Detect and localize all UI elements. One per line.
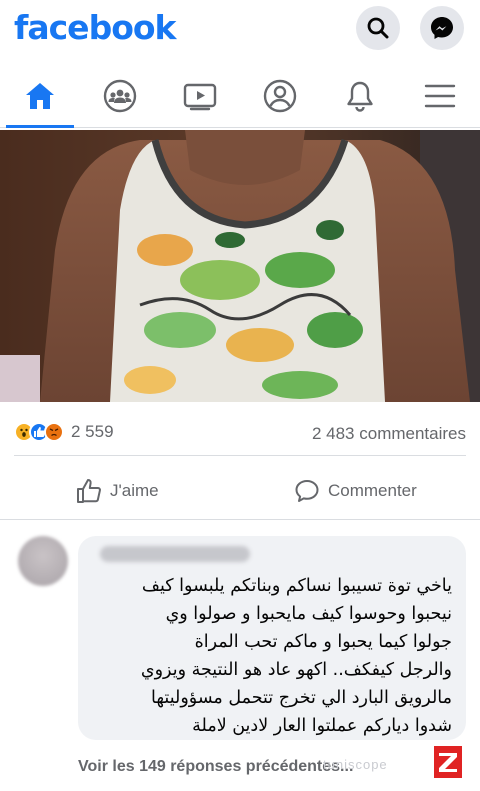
search-button[interactable] [356,6,400,50]
reaction-summary[interactable]: 2 559 [14,422,114,442]
tab-groups[interactable] [80,64,160,128]
search-icon [367,17,389,39]
tab-menu[interactable] [400,64,480,128]
comment-label: Commenter [328,481,417,500]
tab-bar [0,64,480,128]
reactions-count[interactable]: 2 559 [71,422,114,442]
watermark-logo [434,746,462,778]
top-bar: facebook [0,0,480,60]
comment-icon [295,480,319,502]
comment-text: ياخي توة تسيبوا نساكم وبناتكم يلبسوا كيف… [92,572,452,740]
comment-line: والرجل كيفكف.. اكهو عاد هو النتيجة ويزوي [140,660,452,680]
post-photo[interactable] [0,130,480,402]
comment-line: شدوا ديارکم عملتوا العار لادين لاملة [192,716,452,736]
comment-bubble[interactable]: ياخي توة تسيبوا نساكم وبناتكم يلبسوا كيف… [78,536,466,740]
comment-line: مالرويق البارد الي تخرج تتحمل مسؤوليتها [151,688,452,708]
view-previous-replies-link[interactable]: Voir les 149 réponses précédentes... [78,758,353,776]
comment-button[interactable]: Commenter [294,478,417,504]
menu-icon [424,84,456,108]
tab-profile[interactable] [240,64,320,128]
like-button[interactable]: J'aime [76,478,159,504]
tab-home[interactable] [0,64,80,128]
watch-icon [183,83,217,111]
comment-line: نيحبوا وحوسوا كيف مايحبوا و صولوا وي [165,604,452,624]
commenter-name-redacted[interactable] [100,546,250,562]
tab-notifications[interactable] [320,64,400,128]
post-actions: J'aime Commenter [0,468,480,520]
comments-count[interactable]: 2 483 commentaires [312,424,466,444]
tab-watch[interactable] [160,64,240,128]
thumbs-up-icon [77,479,101,503]
post-stats: 2 559 2 483 commentaires [14,410,466,456]
profile-icon [263,79,297,113]
like-label: J'aime [110,481,159,500]
watermark-text: tuniscope [323,757,388,772]
messenger-icon [431,17,453,39]
groups-icon [103,79,137,113]
messenger-button[interactable] [420,6,464,50]
comment-line: ياخي توة تسيبوا نساكم وبناتكم يلبسوا كيف [141,576,452,596]
facebook-logo[interactable]: facebook [14,8,176,47]
home-icon [26,83,54,109]
notifications-icon [347,81,373,112]
comment-line: جولوا كيما يحبوا و ماكم تحب المراة [194,632,452,652]
commenter-avatar[interactable] [18,536,68,586]
angry-reaction-icon [44,422,64,442]
